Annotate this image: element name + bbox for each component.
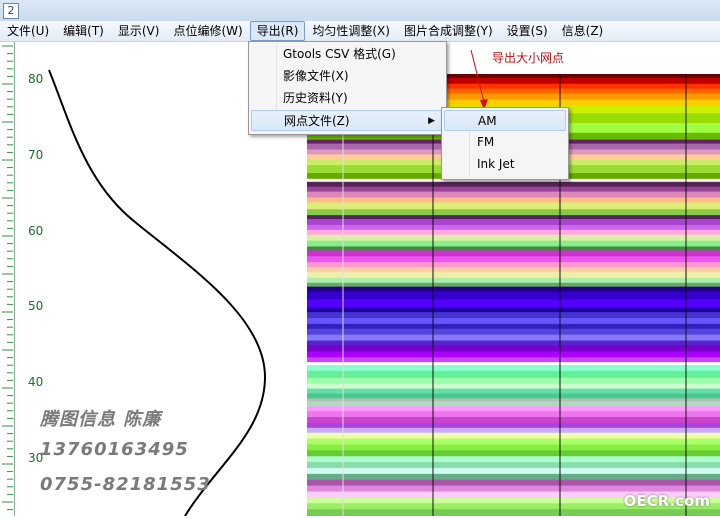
y-label-60: 60 [28,224,44,238]
app-icon: 2 [3,3,19,19]
export-dropdown-menu: Gtools CSV 格式(G) 影像文件(X) 历史资料(Y) 网点文件(Z)… [248,41,447,135]
menu-point-edit[interactable]: 点位编修(W) [166,21,249,41]
dot-file-fm[interactable]: FM [444,132,566,153]
menu-bar: 文件(U) 编辑(T) 显示(V) 点位编修(W) 导出(R) 均匀性调整(X)… [0,21,720,42]
menu-info[interactable]: 信息(Z) [555,21,611,41]
vertical-ruler [0,42,15,516]
export-gtools-csv-label: Gtools CSV 格式(G) [283,47,396,61]
annotation-arrow [470,49,488,110]
menu-image-compose[interactable]: 图片合成调整(Y) [397,21,500,41]
dot-file-inkjet[interactable]: Ink Jet [444,154,566,175]
export-dot-file-label: 网点文件(Z) [284,114,350,128]
y-label-70: 70 [28,148,44,162]
menu-edit[interactable]: 编辑(T) [56,21,111,41]
watermark-line-3: 0755-82181553 [40,474,211,495]
watermark-line-2: 13760163495 [40,439,189,460]
menu-view[interactable]: 显示(V) [111,21,167,41]
export-gtools-csv[interactable]: Gtools CSV 格式(G) [251,44,444,65]
watermark-line-1: 腾图信息 陈廉 [40,409,162,430]
menu-export[interactable]: 导出(R) [249,21,306,41]
menu-file[interactable]: 文件(U) [0,21,56,41]
export-dot-file[interactable]: 网点文件(Z) ▶ [251,110,444,131]
submenu-arrow-icon: ▶ [428,116,435,126]
site-watermark: OECR.com [623,492,710,510]
ruler-ticks [2,45,13,511]
y-label-50: 50 [28,299,44,313]
export-history-data-label: 历史资料(Y) [283,91,348,105]
dot-file-submenu: AM FM Ink Jet [441,107,569,180]
dot-file-am-label: AM [478,114,497,128]
title-bar: 2 [0,0,720,22]
dot-file-am[interactable]: AM [444,110,566,131]
dot-file-inkjet-label: Ink Jet [477,157,515,171]
dot-file-fm-label: FM [477,135,495,149]
menu-uniformity[interactable]: 均匀性调整(X) [305,21,397,41]
y-label-80: 80 [28,72,44,86]
export-image-file[interactable]: 影像文件(X) [251,66,444,87]
menu-settings[interactable]: 设置(S) [500,21,555,41]
annotation-label: 导出大小网点 [492,51,565,65]
export-image-file-label: 影像文件(X) [283,69,349,83]
export-history-data[interactable]: 历史资料(Y) [251,88,444,109]
y-label-40: 40 [28,375,44,389]
